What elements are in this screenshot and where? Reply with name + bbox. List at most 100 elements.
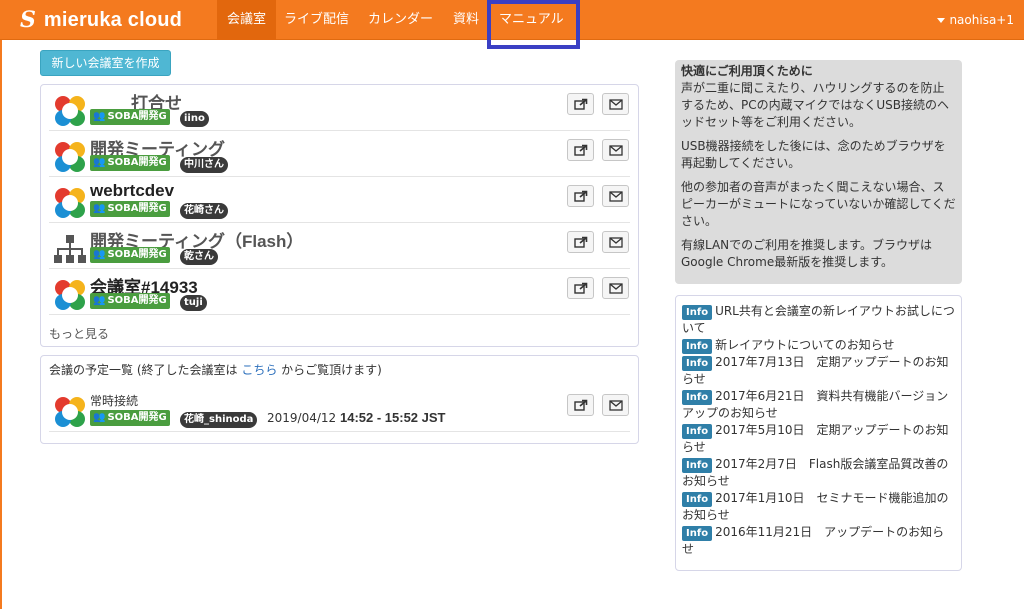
group-tag-label: SOBA開発G <box>107 157 167 168</box>
mail-button[interactable] <box>602 139 629 161</box>
room-item[interactable]: 開発ミーティング（Flash） 👥 SOBA開発G 乾さん <box>49 223 630 269</box>
tips-paragraph: 声が二重に聞こえたり、ハウリングするのを防止するため、PCの内蔵マイクではなくU… <box>681 81 950 129</box>
mail-icon <box>608 98 623 110</box>
webrtc-logo-icon <box>55 142 85 172</box>
owner-tag: iino <box>180 111 209 127</box>
room-item[interactable]: 開発ミーティング 👥 SOBA開発G 中川さん <box>49 131 630 177</box>
share-icon <box>573 282 587 294</box>
info-badge: Info <box>682 458 713 473</box>
info-badge: Info <box>682 356 713 371</box>
share-icon <box>573 98 587 110</box>
schedule-title-prefix: 会議の予定一覧 (終了した会議室は <box>49 363 242 377</box>
info-link[interactable]: 2017年7月13日 定期アップデートのお知らせ <box>682 355 949 386</box>
mail-button[interactable] <box>602 231 629 253</box>
info-badge: Info <box>682 305 713 320</box>
share-button[interactable] <box>567 139 594 161</box>
room-item[interactable]: 打合せ 👥 SOBA開発G iino <box>49 85 630 131</box>
group-tag: 👥 SOBA開発G <box>90 410 170 426</box>
users-icon: 👥 <box>93 249 106 260</box>
group-tag-label: SOBA開発G <box>107 295 167 306</box>
info-badge: Info <box>682 492 713 507</box>
nav-materials[interactable]: 資料 <box>443 0 489 40</box>
room-item[interactable]: 会議室#14933 👥 SOBA開発G tuji <box>49 269 630 315</box>
room-name[interactable]: webrtcdev <box>90 181 174 201</box>
group-tag-label: SOBA開発G <box>107 249 167 260</box>
info-link[interactable]: 2016年11月21日 アップデートのお知らせ <box>682 525 944 556</box>
create-room-button[interactable]: 新しい会議室を作成 <box>40 50 171 76</box>
group-tag-label: SOBA開発G <box>107 111 167 122</box>
mail-button[interactable] <box>602 394 629 416</box>
scheduled-room-item[interactable]: 常時接続 👥 SOBA開発G 花崎_shinoda 2019/04/12 14:5… <box>49 386 630 432</box>
webrtc-logo-icon <box>55 188 85 218</box>
webrtc-logo-icon <box>55 280 85 310</box>
share-icon <box>573 190 587 202</box>
brand-logo-icon: S <box>20 7 36 33</box>
mail-button[interactable] <box>602 277 629 299</box>
info-badge: Info <box>682 526 713 541</box>
info-badge: Info <box>682 390 713 405</box>
users-icon: 👥 <box>93 203 106 214</box>
info-badge: Info <box>682 339 713 354</box>
user-name: naohisa+1 <box>949 13 1014 27</box>
schedule-title-suffix: からご覧頂けます) <box>277 363 382 377</box>
info-item[interactable]: Info 2017年6月21日 資料共有機能バージョンアップのお知らせ <box>682 388 955 422</box>
nav-live-stream[interactable]: ライブ配信 <box>274 0 359 40</box>
owner-tag: 乾さん <box>180 249 218 265</box>
users-icon: 👥 <box>93 295 106 306</box>
group-tag: 👥 SOBA開発G <box>90 109 170 125</box>
info-item[interactable]: Info 2016年11月21日 アップデートのお知らせ <box>682 524 955 558</box>
scheduled-room-name[interactable]: 常時接続 <box>90 392 138 409</box>
group-tag: 👥 SOBA開発G <box>90 155 170 171</box>
users-icon: 👥 <box>93 111 106 122</box>
ended-rooms-link[interactable]: こちら <box>241 363 277 377</box>
info-item[interactable]: Info 2017年2月7日 Flash版会議室品質改善のお知らせ <box>682 456 955 490</box>
share-button[interactable] <box>567 394 594 416</box>
tips-title: 快適にご利用頂くために <box>681 64 813 78</box>
schedule-title: 会議の予定一覧 (終了した会議室は こちら からご覧頂けます) <box>49 361 382 378</box>
tips-paragraph: 他の参加者の音声がまったく聞こえない場合、スピーカーがミュートになっていないか確… <box>681 180 956 228</box>
nav-calendar[interactable]: カレンダー <box>358 0 443 40</box>
webrtc-logo-icon <box>55 397 85 427</box>
info-item[interactable]: Info 新レイアウトについてのお知らせ <box>682 337 955 354</box>
share-button[interactable] <box>567 277 594 299</box>
owner-tag: 中川さん <box>180 157 228 173</box>
info-item[interactable]: Info 2017年7月13日 定期アップデートのお知らせ <box>682 354 955 388</box>
info-link[interactable]: 新レイアウトについてのお知らせ <box>715 338 894 352</box>
share-icon <box>573 144 587 156</box>
mail-button[interactable] <box>602 93 629 115</box>
brand-logo-link[interactable]: S mieruka cloud <box>20 4 182 36</box>
nav-meeting-rooms[interactable]: 会議室 <box>217 0 277 40</box>
user-menu[interactable]: naohisa+1 <box>937 0 1014 40</box>
show-more-link[interactable]: もっと見る <box>49 325 109 342</box>
owner-tag: 花崎_shinoda <box>180 412 258 428</box>
info-item[interactable]: Info 2017年5月10日 定期アップデートのお知らせ <box>682 422 955 456</box>
info-link[interactable]: 2017年2月7日 Flash版会議室品質改善のお知らせ <box>682 457 948 488</box>
mail-icon <box>608 399 623 411</box>
owner-tag: 花崎さん <box>180 203 228 219</box>
mail-button[interactable] <box>602 185 629 207</box>
group-tag-label: SOBA開発G <box>107 412 167 423</box>
webrtc-logo-icon <box>55 96 85 126</box>
tips-paragraph: 有線LANでのご利用を推奨します。ブラウザはGoogle Chrome最新版を推… <box>681 238 932 269</box>
info-news-panel: Info URL共有と会議室の新レイアウトお試しについて Info 新レイアウトにつ… <box>675 295 962 571</box>
users-icon: 👥 <box>93 157 106 168</box>
room-item[interactable]: webrtcdev 👥 SOBA開発G 花崎さん <box>49 177 630 223</box>
group-tag: 👥 SOBA開発G <box>90 293 170 309</box>
share-button[interactable] <box>567 231 594 253</box>
share-icon <box>573 399 587 411</box>
info-item[interactable]: Info URL共有と会議室の新レイアウトお試しについて <box>682 303 955 337</box>
share-button[interactable] <box>567 185 594 207</box>
share-button[interactable] <box>567 93 594 115</box>
info-link[interactable]: 2017年5月10日 定期アップデートのお知らせ <box>682 423 949 454</box>
info-item[interactable]: Info 2017年1月10日 セミナモード機能追加のお知らせ <box>682 490 955 524</box>
info-link[interactable]: 2017年6月21日 資料共有機能バージョンアップのお知らせ <box>682 389 948 420</box>
share-icon <box>573 236 587 248</box>
mail-icon <box>608 190 623 202</box>
mail-icon <box>608 282 623 294</box>
schedule-time-range: 14:52 - 15:52 JST <box>339 410 446 425</box>
info-link[interactable]: 2017年1月10日 セミナモード機能追加のお知らせ <box>682 491 949 522</box>
info-link[interactable]: URL共有と会議室の新レイアウトお試しについて <box>682 304 955 335</box>
tips-paragraph: USB機器接続をした後には、念のためブラウザを再起動してください。 <box>681 139 946 170</box>
mail-icon <box>608 236 623 248</box>
group-tag-label: SOBA開発G <box>107 203 167 214</box>
